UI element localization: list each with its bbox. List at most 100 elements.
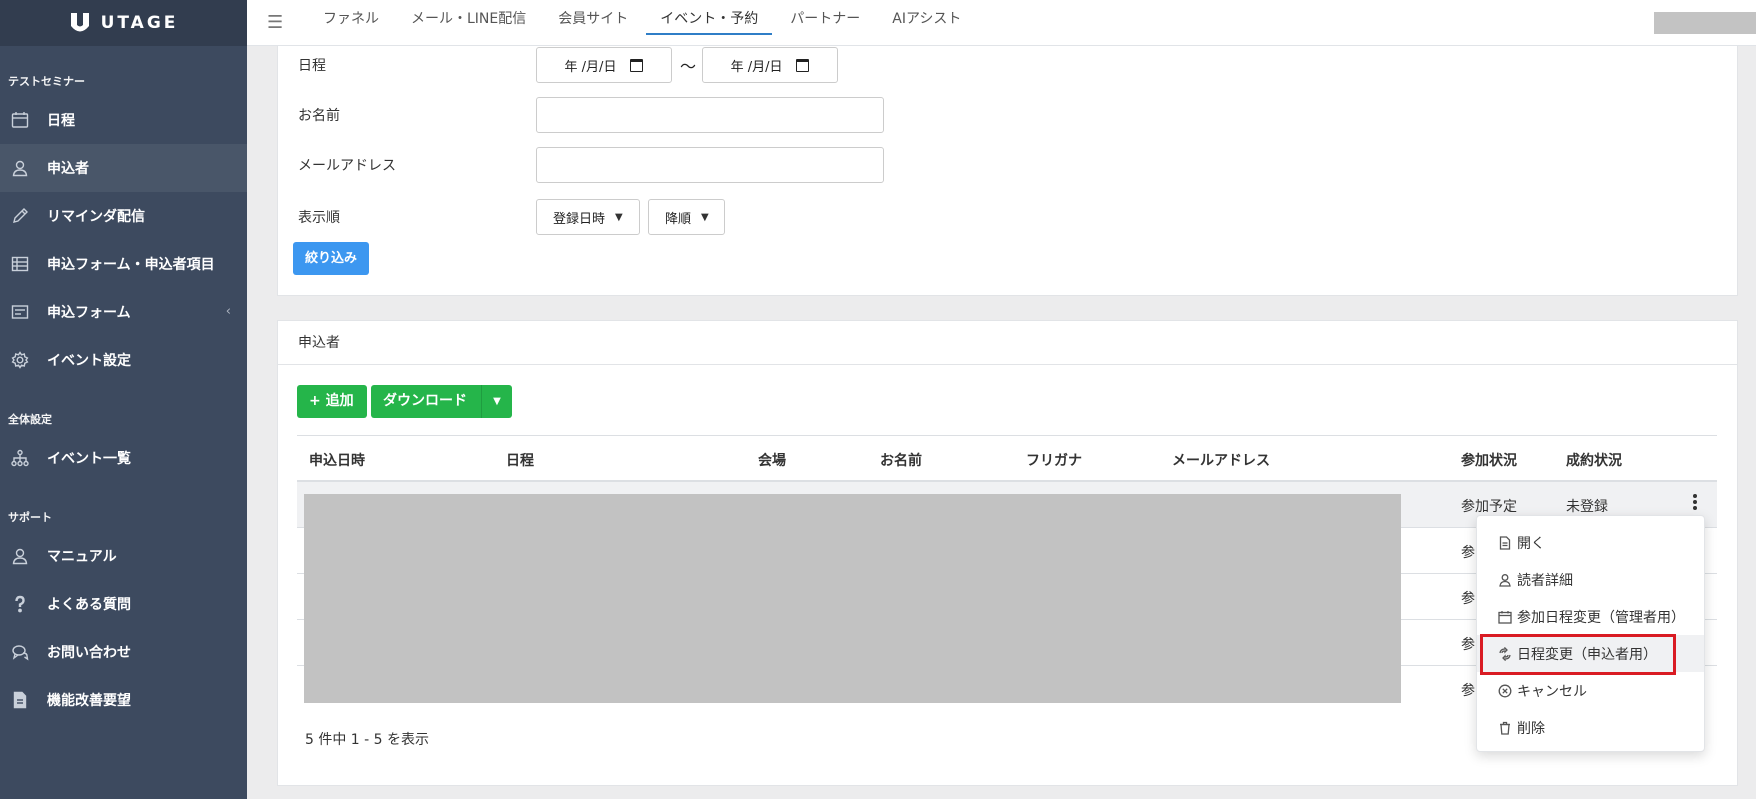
row-actions-kebab-icon[interactable] — [1693, 494, 1699, 512]
pagination-info: 5 件中 1 - 5 を表示 — [305, 732, 430, 748]
name-input[interactable] — [536, 97, 884, 133]
sidebar-section-support: サポート — [8, 511, 52, 524]
tab-mail-line[interactable]: メール・LINE配信 — [395, 0, 542, 46]
sidebar-section-seminar: テストセミナー — [8, 75, 85, 88]
trash-icon — [1497, 720, 1513, 736]
menu-item-delete[interactable]: 削除 — [1477, 709, 1704, 746]
filter-row-date: 日程 年 /月/日 〜 年 /月/日 — [298, 47, 839, 83]
user-icon — [10, 546, 30, 566]
sidebar-item-label: マニュアル — [47, 549, 117, 565]
chevron-left-icon: ‹ — [225, 304, 231, 319]
gear-icon — [10, 350, 30, 370]
menu-item-change-schedule-admin[interactable]: 参加日程変更（管理者用） — [1477, 598, 1704, 635]
column-header-schedule[interactable]: 日程 — [506, 450, 534, 470]
calendar-picker-icon[interactable] — [630, 58, 644, 72]
sidebar: UTAGE テストセミナー 日程 申込者 リマインダ配信 申込フォーム・申込者項… — [0, 0, 247, 799]
sidebar-item-event-settings[interactable]: イベント設定 — [0, 336, 247, 384]
menu-item-change-schedule-applicant[interactable]: 日程変更（申込者用） — [1477, 635, 1704, 672]
date-from-value: 年 /月/日 — [564, 59, 617, 75]
column-header-venue[interactable]: 会場 — [758, 450, 786, 470]
table-icon — [10, 254, 30, 274]
filter-row-name: お名前 — [298, 97, 884, 133]
brand-name: UTAGE — [100, 13, 179, 33]
sidebar-item-label: 申込フォーム・申込者項目 — [47, 257, 215, 273]
attendance-status: 参加予定 — [1461, 499, 1517, 515]
add-applicant-button[interactable]: + 追加 — [297, 385, 367, 418]
sidebar-item-contact[interactable]: お問い合わせ — [0, 628, 247, 676]
sidebar-section-global: 全体設定 — [8, 413, 52, 426]
column-header-contract[interactable]: 成約状況 — [1566, 450, 1622, 470]
sidebar-item-manual[interactable]: マニュアル — [0, 532, 247, 580]
question-icon — [10, 594, 30, 614]
sidebar-item-faq[interactable]: よくある質問 — [0, 580, 247, 628]
calendar-picker-icon[interactable] — [796, 58, 810, 72]
menu-item-reader-detail[interactable]: 読者詳細 — [1477, 561, 1704, 598]
order-direction-select[interactable]: 降順 ▼ — [648, 199, 725, 235]
menu-item-label: 日程変更（申込者用） — [1517, 646, 1657, 663]
date-from-input[interactable]: 年 /月/日 — [536, 47, 672, 83]
column-header-furigana[interactable]: フリガナ — [1026, 450, 1082, 470]
menu-item-label: キャンセル — [1517, 683, 1587, 700]
order-by-select[interactable]: 登録日時 ▼ — [536, 199, 640, 235]
sidebar-item-label: イベント一覧 — [47, 451, 131, 467]
filter-submit-button[interactable]: 絞り込み — [293, 242, 370, 275]
column-header-name[interactable]: お名前 — [880, 450, 922, 470]
sidebar-item-label: 申込者 — [47, 161, 89, 177]
table-header: 申込日時 日程 会場 お名前 フリガナ メールアドレス 参加状況 成約状況 — [297, 435, 1717, 482]
sidebar-item-event-list[interactable]: イベント一覧 — [0, 434, 247, 482]
sidebar-item-label: お問い合わせ — [47, 645, 131, 661]
brand[interactable]: UTAGE — [0, 0, 247, 46]
sidebar-item-label: イベント設定 — [47, 353, 131, 369]
tab-member-site[interactable]: 会員サイト — [542, 0, 644, 46]
sidebar-item-schedule[interactable]: 日程 — [0, 96, 247, 144]
tab-partner[interactable]: パートナー — [774, 0, 876, 46]
attendance-status: 参 — [1461, 683, 1475, 699]
column-header-email[interactable]: メールアドレス — [1172, 450, 1270, 470]
tab-funnel[interactable]: ファネル — [307, 0, 395, 46]
document-icon — [10, 690, 30, 710]
row-actions-menu: 開く 読者詳細 参加日程変更（管理者用） 日程変更（申込者用） キャンセル 削除 — [1476, 515, 1705, 752]
name-label: お名前 — [298, 108, 340, 124]
sidebar-item-feature-request[interactable]: 機能改善要望 — [0, 676, 247, 724]
email-input[interactable] — [536, 147, 884, 183]
cancel-circle-icon — [1497, 683, 1513, 699]
chevron-down-icon: ▼ — [615, 211, 623, 223]
sidebar-item-form-fields[interactable]: 申込フォーム・申込者項目 — [0, 240, 247, 288]
sidebar-item-reminder[interactable]: リマインダ配信 — [0, 192, 247, 240]
menu-item-open[interactable]: 開く — [1477, 524, 1704, 561]
attendance-status: 参 — [1461, 637, 1475, 653]
date-range-separator: 〜 — [680, 57, 697, 76]
file-icon — [1497, 535, 1513, 551]
menu-item-label: 削除 — [1517, 720, 1545, 737]
tab-event-booking[interactable]: イベント・予約 — [644, 0, 774, 46]
sidebar-item-label: 日程 — [47, 113, 75, 129]
date-to-input[interactable]: 年 /月/日 — [702, 47, 839, 83]
menu-item-label: 読者詳細 — [1517, 572, 1573, 589]
order-direction-value: 降順 — [665, 211, 692, 227]
order-label: 表示順 — [298, 210, 340, 226]
menu-item-label: 開く — [1517, 535, 1545, 552]
download-button[interactable]: ダウンロード — [371, 385, 481, 418]
column-header-attendance[interactable]: 参加状況 — [1461, 450, 1517, 470]
date-to-value: 年 /月/日 — [730, 59, 783, 75]
email-label: メールアドレス — [298, 158, 396, 174]
sidebar-item-forms[interactable]: 申込フォーム ‹ — [0, 288, 247, 336]
hamburger-menu-icon[interactable]: ☰ — [267, 12, 307, 33]
download-options-caret-icon[interactable]: ▼ — [481, 385, 512, 418]
contract-status: 未登録 — [1566, 499, 1608, 515]
column-header-applied-at[interactable]: 申込日時 — [309, 450, 365, 470]
tab-ai-assist[interactable]: AIアシスト — [876, 0, 977, 46]
form-icon — [10, 302, 30, 322]
calendar-icon — [1497, 609, 1513, 625]
pencil-icon — [10, 206, 30, 226]
filter-panel: 日程 年 /月/日 〜 年 /月/日 お名前 メールアドレス 表示順 登録日時 … — [277, 46, 1738, 296]
utage-logo-icon — [70, 13, 89, 32]
menu-item-cancel[interactable]: キャンセル — [1477, 672, 1704, 709]
filter-row-order: 表示順 登録日時 ▼ 降順 ▼ — [298, 199, 725, 235]
order-by-value: 登録日時 — [553, 211, 606, 227]
sidebar-item-label: よくある質問 — [47, 597, 131, 613]
sidebar-item-applicants[interactable]: 申込者 — [0, 144, 247, 192]
sidebar-item-label: 申込フォーム — [47, 305, 131, 321]
chevron-down-icon: ▼ — [701, 211, 709, 223]
menu-item-label: 参加日程変更（管理者用） — [1517, 609, 1685, 626]
